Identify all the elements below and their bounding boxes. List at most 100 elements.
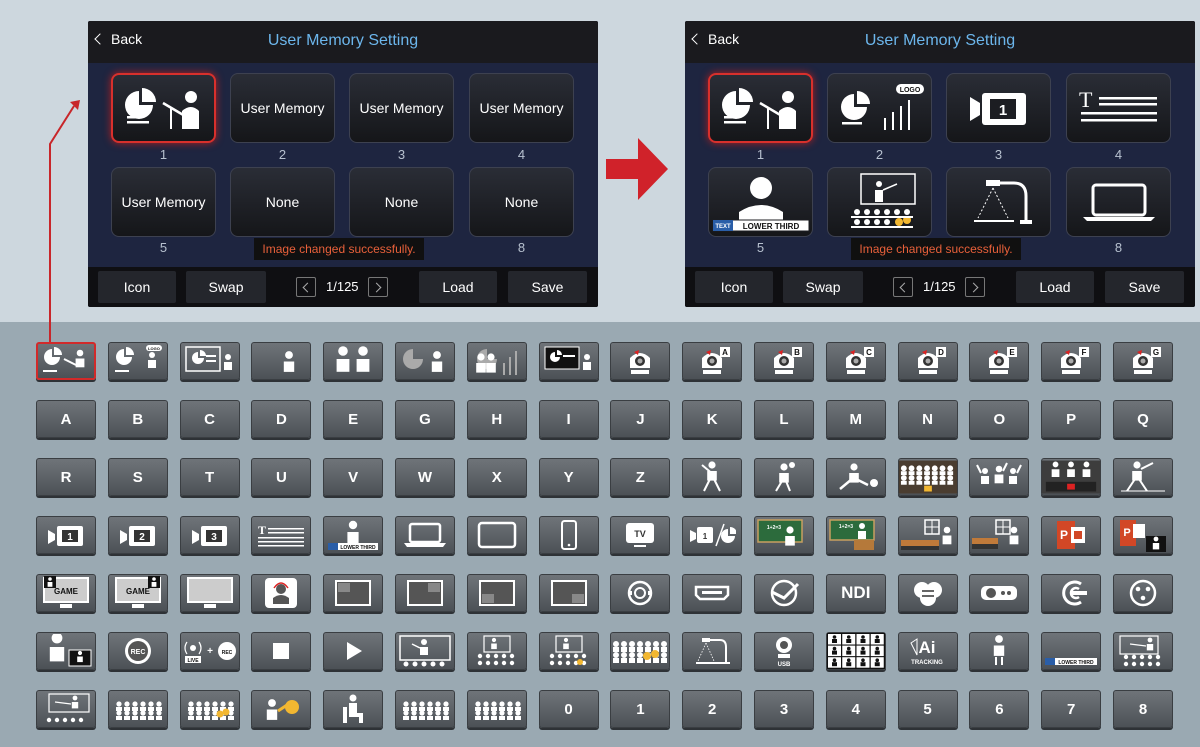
memory-slot-7[interactable]: None <box>349 167 454 237</box>
icon-button[interactable]: Icon <box>695 271 773 303</box>
load-button[interactable]: Load <box>1016 271 1094 303</box>
icon-key-rec-icon[interactable]: REC <box>107 632 168 670</box>
icon-key-lower-third-bar-icon[interactable]: LOWER THIRD <box>1041 632 1102 670</box>
icon-key-teacher-board-icon[interactable] <box>36 690 96 728</box>
icon-key-person-icon[interactable] <box>251 342 312 380</box>
icon-key-cloud-icon[interactable] <box>897 574 958 612</box>
icon-key-audience-rows2-icon[interactable] <box>395 690 455 728</box>
icon-key-standing-person-icon[interactable] <box>969 632 1030 670</box>
icon-key-h[interactable]: H <box>466 400 527 438</box>
icon-key-powerpoint-person-icon[interactable]: P <box>1113 516 1173 554</box>
memory-slot-5[interactable]: TEXT LOWER THIRD <box>708 167 813 237</box>
icon-key-ndi[interactable]: NDI <box>825 574 886 612</box>
icon-key-d[interactable]: D <box>251 400 312 438</box>
icon-key-lower-third-icon[interactable]: LOWER THIRD <box>323 516 384 554</box>
memory-slot-4[interactable]: T <box>1066 73 1171 143</box>
icon-key-b[interactable]: B <box>107 400 168 438</box>
icon-key-usb-camera-icon[interactable]: USB <box>754 632 814 670</box>
memory-slot-7[interactable] <box>946 167 1051 237</box>
icon-key-pip-3-icon[interactable] <box>466 574 527 612</box>
icon-key-e[interactable]: E <box>323 400 384 438</box>
icon-key-phone-icon[interactable] <box>538 516 599 554</box>
icon-key-hdmi-icon[interactable] <box>682 574 743 612</box>
icon-key-n[interactable]: N <box>897 400 958 438</box>
icon-key-desk-window-icon[interactable] <box>897 516 958 554</box>
icon-key-ptz-camera-f-icon[interactable]: F <box>1041 342 1102 380</box>
save-button[interactable]: Save <box>1105 271 1184 303</box>
icon-key-tennis-icon[interactable] <box>1113 458 1173 496</box>
icon-key-ptz-camera-a-icon[interactable]: A <box>682 342 743 380</box>
icon-key-1[interactable]: 1 <box>610 690 671 728</box>
icon-key-chalkboard-desk-icon[interactable]: 1+2=3 <box>825 516 886 554</box>
icon-key-presenter-video-icon[interactable] <box>36 632 96 670</box>
icon-key-text-lines-icon[interactable]: T <box>251 516 312 554</box>
icon-key-camera-pie-icon[interactable]: 1 <box>682 516 743 554</box>
icon-key-ptz-camera-e-icon[interactable]: E <box>969 342 1030 380</box>
icon-key-t[interactable]: T <box>179 458 240 496</box>
icon-key-live-rec-icon[interactable]: LIVE + REC <box>179 632 240 670</box>
icon-key-concert-icon[interactable] <box>1041 458 1102 496</box>
icon-key-u[interactable]: U <box>251 458 312 496</box>
next-page-button[interactable] <box>965 277 985 297</box>
icon-key-ai-tracking-icon[interactable]: Ai TRACKING <box>897 632 958 670</box>
icon-key-x[interactable]: X <box>466 458 527 496</box>
icon-key-camera-1-icon[interactable]: 1 <box>36 516 96 554</box>
icon-key-tablet-icon[interactable] <box>466 516 527 554</box>
memory-slot-6[interactable] <box>827 167 932 237</box>
icon-key-i[interactable]: I <box>538 400 599 438</box>
memory-slot-1[interactable] <box>708 73 813 143</box>
icon-key-audience-rows-orange-icon[interactable] <box>179 690 240 728</box>
icon-key-audience-icon[interactable] <box>897 458 958 496</box>
icon-key-camera-3-icon[interactable]: 3 <box>179 516 240 554</box>
icon-key-camera-2-icon[interactable]: 2 <box>107 516 168 554</box>
icon-key-5[interactable]: 5 <box>897 690 958 728</box>
memory-slot-1[interactable] <box>111 73 216 143</box>
icon-key-g[interactable]: G <box>395 400 455 438</box>
icon-key-w[interactable]: W <box>395 458 455 496</box>
icon-key-pie-person-icon[interactable] <box>395 342 455 380</box>
icon-key-presenter-pie-icon[interactable] <box>36 342 96 380</box>
icon-key-play-icon[interactable] <box>323 632 384 670</box>
icon-key-2[interactable]: 2 <box>682 690 743 728</box>
icon-key-ptz-camera-c-icon[interactable]: C <box>825 342 886 380</box>
icon-key-baseball-icon[interactable] <box>682 458 743 496</box>
icon-key-v[interactable]: V <box>323 458 384 496</box>
prev-page-button[interactable] <box>893 277 913 297</box>
memory-slot-2[interactable]: User Memory <box>230 73 335 143</box>
icon-key-pie-screen-icon[interactable] <box>179 342 240 380</box>
icon-key-pip-1-icon[interactable] <box>323 574 384 612</box>
memory-slot-8[interactable] <box>1066 167 1171 237</box>
memory-slot-3[interactable]: User Memory <box>349 73 454 143</box>
icon-key-powerpoint-icon[interactable]: P <box>1041 516 1102 554</box>
icon-key-chalkboard-person-icon[interactable]: 1+2=3 <box>754 516 814 554</box>
icon-key-3[interactable]: 3 <box>754 690 814 728</box>
icon-key-ptz-camera-b-icon[interactable]: B <box>754 342 814 380</box>
icon-key-laptop-icon[interactable] <box>395 516 455 554</box>
icon-key-document-camera-icon[interactable] <box>682 632 743 670</box>
icon-key-a[interactable]: A <box>36 400 96 438</box>
icon-key-ptz-camera-g-icon[interactable]: G <box>1113 342 1173 380</box>
next-page-button[interactable] <box>368 277 388 297</box>
icon-key-monitor-game2-icon[interactable]: GAME <box>107 574 168 612</box>
icon-key-m[interactable]: M <box>825 400 886 438</box>
memory-slot-4[interactable]: User Memory <box>469 73 574 143</box>
icon-key-audience-rows-icon[interactable] <box>107 690 168 728</box>
icon-key-classroom-small2-icon[interactable] <box>538 632 599 670</box>
memory-slot-5[interactable]: User Memory <box>111 167 216 237</box>
icon-key-classroom-board-icon[interactable] <box>1113 632 1173 670</box>
icon-key-soccer-icon[interactable] <box>825 458 886 496</box>
icon-key-4[interactable]: 4 <box>825 690 886 728</box>
swap-button[interactable]: Swap <box>783 271 863 303</box>
icon-key-0[interactable]: 0 <box>538 690 599 728</box>
icon-key-sdi-icon[interactable] <box>610 574 671 612</box>
icon-key-j[interactable]: J <box>610 400 671 438</box>
icon-key-audience-rows3-icon[interactable] <box>466 690 527 728</box>
prev-page-button[interactable] <box>296 277 316 297</box>
icon-key-classroom-small-icon[interactable] <box>466 632 527 670</box>
icon-key-headset-icon[interactable] <box>251 574 312 612</box>
memory-slot-2[interactable]: LOGO <box>827 73 932 143</box>
icon-key-pip-4-icon[interactable] <box>538 574 599 612</box>
icon-key-monitor-icon[interactable] <box>179 574 240 612</box>
swap-button[interactable]: Swap <box>186 271 266 303</box>
icon-key-projector-icon[interactable] <box>969 574 1030 612</box>
